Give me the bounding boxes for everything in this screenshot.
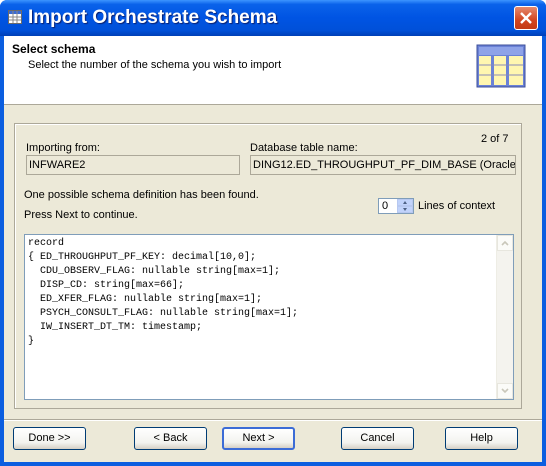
schema-grid-icon: [476, 44, 526, 93]
lines-of-context-spinner[interactable]: 0: [378, 198, 414, 214]
chevron-up-icon: [501, 240, 509, 246]
scroll-down-button[interactable]: [497, 383, 513, 399]
importing-from-label: Importing from:: [26, 142, 100, 154]
schema-text-area[interactable]: record { ED_THROUGHPUT_PF_KEY: decimal[1…: [24, 234, 514, 400]
schema-definition: record { ED_THROUGHPUT_PF_KEY: decimal[1…: [28, 238, 299, 347]
chevron-down-icon: [403, 208, 407, 211]
spin-up-button[interactable]: [397, 199, 413, 206]
close-button[interactable]: [514, 6, 538, 30]
vertical-scrollbar[interactable]: [496, 235, 513, 399]
dialog-client-area: Select schema Select the number of the s…: [4, 36, 542, 462]
message-line2: Press Next to continue.: [24, 209, 138, 221]
spin-down-button[interactable]: [397, 206, 413, 213]
page-indicator: 2 of 7: [481, 133, 509, 145]
lines-of-context-value: 0: [382, 200, 389, 212]
message-line1: One possible schema definition has been …: [24, 189, 259, 201]
button-row-divider: [4, 419, 542, 421]
wizard-header: Select schema Select the number of the s…: [4, 36, 542, 105]
header-title: Select schema: [12, 42, 96, 56]
chevron-down-icon: [501, 388, 509, 394]
help-button[interactable]: Help: [445, 427, 518, 450]
chevron-up-icon: [403, 201, 407, 204]
cancel-button[interactable]: Cancel: [341, 427, 414, 450]
importing-from-field[interactable]: INFWARE2: [26, 155, 240, 175]
db-table-label: Database table name:: [250, 142, 358, 154]
lines-of-context-label: Lines of context: [418, 200, 496, 212]
title-bar[interactable]: Import Orchestrate Schema: [0, 0, 546, 36]
header-subtitle: Select the number of the schema you wish…: [28, 59, 282, 71]
table-icon: [8, 10, 22, 24]
done-button[interactable]: Done >>: [13, 427, 86, 450]
back-button[interactable]: < Back: [134, 427, 207, 450]
db-table-field[interactable]: DING12.ED_THROUGHPUT_PF_DIM_BASE (Oracle…: [250, 155, 516, 175]
dialog-window: Import Orchestrate Schema Select schema …: [0, 0, 546, 466]
close-icon: [520, 12, 532, 24]
scroll-up-button[interactable]: [497, 235, 513, 251]
window-title: Import Orchestrate Schema: [28, 7, 278, 28]
next-button[interactable]: Next >: [222, 427, 295, 450]
